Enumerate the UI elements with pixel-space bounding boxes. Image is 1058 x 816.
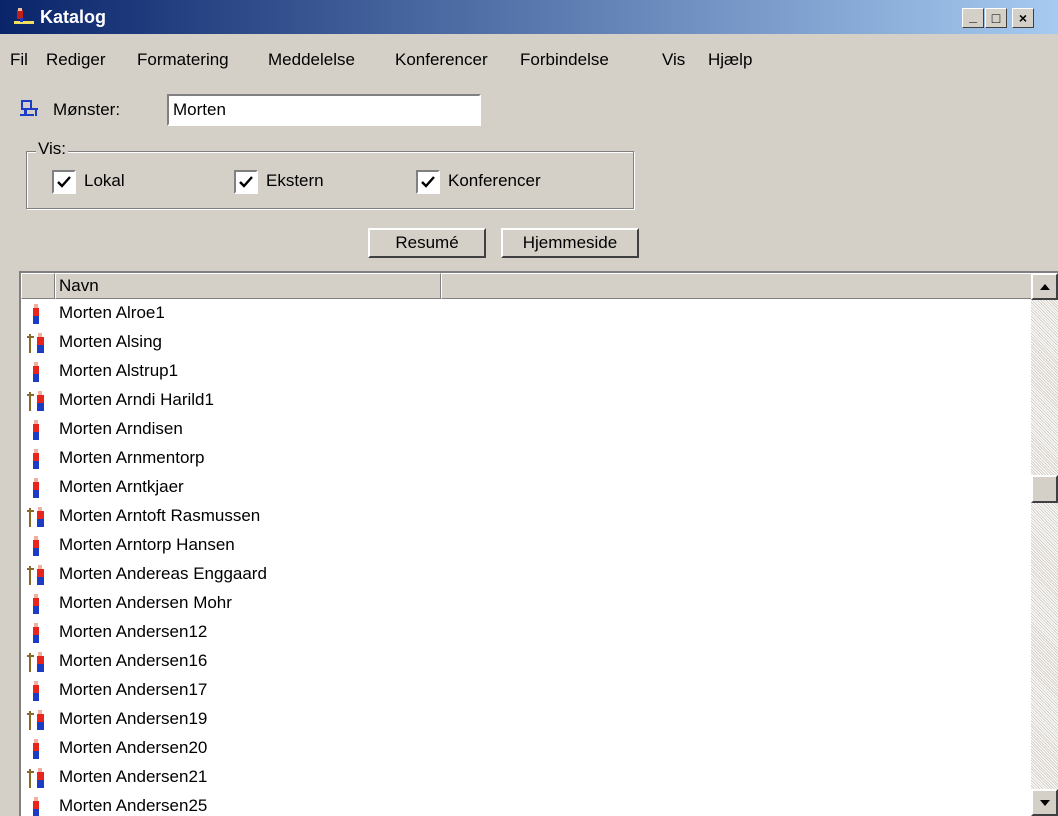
list-item[interactable]: Morten Andersen20 bbox=[21, 734, 1031, 763]
lokal-checkbox-box[interactable] bbox=[52, 170, 76, 194]
pattern-input[interactable] bbox=[167, 94, 481, 126]
person-icon bbox=[27, 623, 47, 643]
person-icon bbox=[27, 420, 47, 440]
list-item-name: Morten Andersen21 bbox=[59, 767, 208, 786]
list-item-name: Morten Andersen19 bbox=[59, 709, 208, 728]
menu-hjaelp[interactable]: Hjælp bbox=[708, 50, 752, 70]
remote-person-icon bbox=[27, 333, 47, 353]
list-item[interactable]: Morten Andereas Enggaard bbox=[21, 560, 1031, 589]
person-icon bbox=[27, 594, 47, 614]
menu-bar: Fil Rediger Formatering Meddelelse Konfe… bbox=[0, 44, 1058, 74]
menu-fil[interactable]: Fil bbox=[10, 50, 28, 70]
list-item-name: Morten Andersen20 bbox=[59, 738, 208, 757]
list-item[interactable]: Morten Arndisen bbox=[21, 415, 1031, 444]
arrow-down-icon bbox=[1039, 799, 1050, 806]
list-item[interactable]: Morten Andersen12 bbox=[21, 618, 1031, 647]
column-header-navn[interactable]: Navn bbox=[55, 273, 441, 299]
list-item[interactable]: Morten Alsing bbox=[21, 328, 1031, 357]
menu-formatering[interactable]: Formatering bbox=[137, 50, 229, 70]
vertical-scrollbar[interactable] bbox=[1031, 273, 1058, 816]
list-item[interactable]: Morten Andersen21 bbox=[21, 763, 1031, 792]
lokal-label: Lokal bbox=[84, 171, 125, 190]
remote-person-icon bbox=[27, 507, 47, 527]
pattern-row: Mønster: bbox=[0, 90, 1058, 130]
katalog-app-icon bbox=[14, 8, 34, 26]
checkmark-icon bbox=[421, 176, 435, 188]
list-item[interactable]: Morten Andersen Mohr bbox=[21, 589, 1031, 618]
list-item-name: Morten Andersen Mohr bbox=[59, 593, 232, 612]
list-item-name: Morten Andersen17 bbox=[59, 680, 208, 699]
menu-meddelelse[interactable]: Meddelelse bbox=[268, 50, 355, 70]
list-item[interactable]: Morten Arntoft Rasmussen bbox=[21, 502, 1031, 531]
close-button[interactable]: × bbox=[1012, 8, 1034, 28]
person-icon bbox=[27, 681, 47, 701]
person-icon bbox=[27, 449, 47, 469]
show-group-legend: Vis: bbox=[36, 139, 69, 159]
list-item[interactable]: Morten Alroe1 bbox=[21, 299, 1031, 328]
minimize-icon: _ bbox=[969, 8, 977, 24]
person-icon bbox=[27, 304, 47, 324]
menu-konferencer[interactable]: Konferencer bbox=[395, 50, 488, 70]
ekstern-checkbox-box[interactable] bbox=[234, 170, 258, 194]
konferencer-checkbox-box[interactable] bbox=[416, 170, 440, 194]
scroll-up-button[interactable] bbox=[1031, 273, 1058, 300]
list-item[interactable]: Morten Andersen19 bbox=[21, 705, 1031, 734]
pattern-label: Mønster: bbox=[53, 100, 121, 119]
list-item[interactable]: Morten Arntkjaer bbox=[21, 473, 1031, 502]
remote-person-icon bbox=[27, 710, 47, 730]
person-icon bbox=[27, 797, 47, 816]
minimize-button[interactable]: _ bbox=[962, 8, 984, 28]
directory-list[interactable]: Navn Morten Alroe1 Morten Alsing Morten Al… bbox=[19, 271, 1058, 816]
list-item-name: Morten Arnmentorp bbox=[59, 448, 205, 467]
close-icon: × bbox=[1018, 10, 1028, 26]
checkmark-icon bbox=[57, 176, 71, 188]
list-item[interactable]: Morten Andersen25 bbox=[21, 792, 1031, 816]
list-item-name: Morten Andereas Enggaard bbox=[59, 564, 267, 583]
list-item-name: Morten Arntoft Rasmussen bbox=[59, 506, 261, 525]
remote-person-icon bbox=[27, 391, 47, 411]
person-icon bbox=[27, 362, 47, 382]
list-header: Navn bbox=[21, 273, 1033, 299]
remote-person-icon bbox=[27, 652, 47, 672]
ekstern-label: Ekstern bbox=[266, 171, 324, 190]
checkmark-icon bbox=[239, 176, 253, 188]
list-item-name: Morten Alsing bbox=[59, 332, 162, 351]
scroll-down-button[interactable] bbox=[1031, 789, 1058, 816]
list-item-name: Morten Alstrup1 bbox=[59, 361, 179, 380]
person-icon bbox=[27, 739, 47, 759]
list-item-name: Morten Arndi Harild1 bbox=[59, 390, 214, 409]
maximize-button[interactable]: □ bbox=[985, 8, 1007, 28]
list-item-name: Morten Arntorp Hansen bbox=[59, 535, 235, 554]
list-item[interactable]: Morten Andersen17 bbox=[21, 676, 1031, 705]
window-title: Katalog bbox=[40, 7, 107, 27]
list-item-name: Morten Andersen25 bbox=[59, 796, 208, 815]
column-header-icon[interactable] bbox=[21, 273, 55, 299]
arrow-up-icon bbox=[1039, 283, 1050, 290]
maximize-icon: □ bbox=[991, 10, 1001, 26]
scroll-thumb[interactable] bbox=[1031, 475, 1058, 503]
list-item-name: Morten Alroe1 bbox=[59, 303, 165, 322]
menu-rediger[interactable]: Rediger bbox=[46, 50, 106, 70]
list-item-name: Morten Arntkjaer bbox=[59, 477, 184, 496]
remote-person-icon bbox=[27, 768, 47, 788]
menu-forbindelse[interactable]: Forbindelse bbox=[520, 50, 609, 70]
person-icon bbox=[27, 536, 47, 556]
column-header-extra[interactable] bbox=[441, 273, 1033, 299]
remote-person-icon bbox=[27, 565, 47, 585]
list-item[interactable]: Morten Arnmentorp bbox=[21, 444, 1031, 473]
konferencer-label: Konferencer bbox=[448, 171, 541, 190]
list-item[interactable]: Morten Arndi Harild1 bbox=[21, 386, 1031, 415]
list-item-name: Morten Andersen12 bbox=[59, 622, 208, 641]
search-person-icon bbox=[20, 99, 42, 124]
resume-button[interactable]: Resumé bbox=[368, 228, 486, 258]
list-item-name: Morten Andersen16 bbox=[59, 651, 208, 670]
menu-vis[interactable]: Vis bbox=[662, 50, 685, 70]
list-item[interactable]: Morten Alstrup1 bbox=[21, 357, 1031, 386]
list-item-name: Morten Arndisen bbox=[59, 419, 183, 438]
title-bar[interactable]: Katalog _ □ × bbox=[0, 0, 1058, 34]
person-icon bbox=[27, 478, 47, 498]
list-item[interactable]: Morten Arntorp Hansen bbox=[21, 531, 1031, 560]
homepage-button[interactable]: Hjemmeside bbox=[501, 228, 639, 258]
list-item[interactable]: Morten Andersen16 bbox=[21, 647, 1031, 676]
